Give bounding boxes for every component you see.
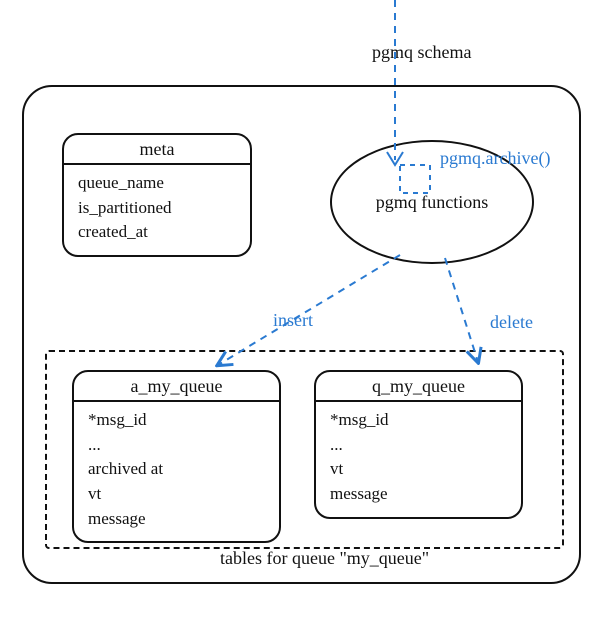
table-q-my-queue: q_my_queue *msg_id ... vt message (314, 370, 523, 519)
table-q-my-queue-field: message (330, 482, 507, 507)
table-meta-field: queue_name (78, 171, 236, 196)
table-q-my-queue-field: vt (330, 457, 507, 482)
table-a-my-queue-field: archived at (88, 457, 265, 482)
table-meta-field: is_partitioned (78, 196, 236, 221)
table-a-my-queue-title: a_my_queue (74, 372, 279, 402)
table-a-my-queue-field: *msg_id (88, 408, 265, 433)
arrow-insert-label: insert (273, 310, 313, 331)
table-q-my-queue-title: q_my_queue (316, 372, 521, 402)
table-q-my-queue-body: *msg_id ... vt message (316, 402, 521, 517)
table-a-my-queue: a_my_queue *msg_id ... archived at vt me… (72, 370, 281, 543)
table-meta-field: created_at (78, 220, 236, 245)
table-meta-body: queue_name is_partitioned created_at (64, 165, 250, 255)
table-q-my-queue-field: ... (330, 433, 507, 458)
schema-label: pgmq schema (372, 42, 471, 63)
table-q-my-queue-field: *msg_id (330, 408, 507, 433)
arrow-delete-label: delete (490, 312, 533, 333)
function-call-label: pgmq.archive() (440, 148, 550, 169)
tables-group-caption: tables for queue "my_queue" (220, 548, 429, 569)
pgmq-functions-label: pgmq functions (376, 192, 489, 213)
table-a-my-queue-field: vt (88, 482, 265, 507)
table-a-my-queue-field: message (88, 507, 265, 532)
table-meta-title: meta (64, 135, 250, 165)
table-a-my-queue-field: ... (88, 433, 265, 458)
table-meta: meta queue_name is_partitioned created_a… (62, 133, 252, 257)
table-a-my-queue-body: *msg_id ... archived at vt message (74, 402, 279, 541)
